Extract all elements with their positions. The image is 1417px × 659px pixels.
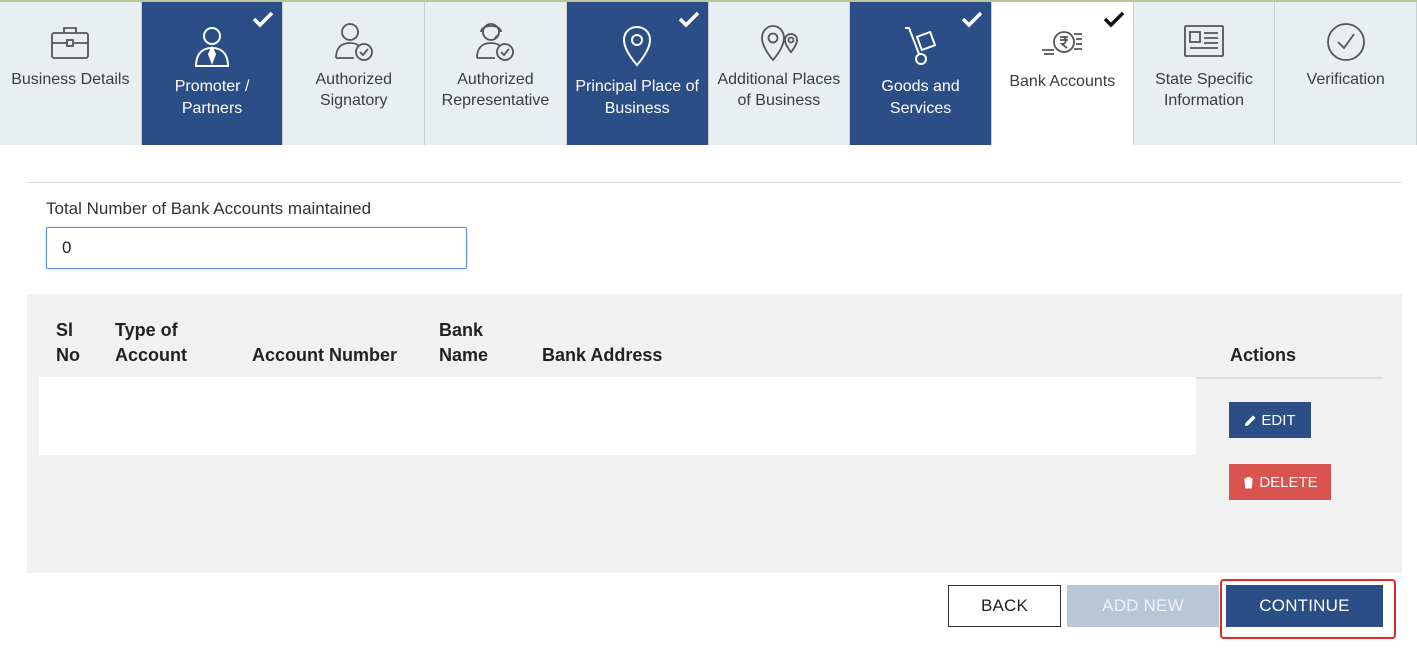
location-pin-icon (623, 25, 652, 67)
rupee-coin-icon (1042, 31, 1083, 55)
tab-label: Goods and Services (881, 78, 960, 117)
tab-label: Verification (1306, 71, 1385, 88)
briefcase-icon (51, 27, 90, 59)
tab-label: State Specific Information (1155, 71, 1253, 109)
bank-account-count-label: Total Number of Bank Accounts maintained (46, 199, 372, 218)
registration-steps-tabs: Business Details Promoter / Partners Aut… (0, 0, 1417, 145)
tab-authorized-signatory[interactable]: Authorized Signatory (283, 2, 426, 145)
bank-accounts-table: Sl No Type of Account Account Number Ban… (27, 294, 1402, 573)
headset-person-check-icon (476, 23, 515, 61)
edit-button[interactable]: EDIT (1229, 402, 1311, 438)
delete-button-label: DELETE (1259, 473, 1318, 491)
tab-label: Principal Place of Business (575, 78, 699, 117)
tab-label: Additional Places of Business (717, 71, 841, 109)
tab-additional-places[interactable]: Additional Places of Business (708, 2, 851, 145)
tab-authorized-representative[interactable]: Authorized Representative (425, 2, 567, 145)
tab-state-specific[interactable]: State Specific Information (1133, 2, 1276, 145)
section-divider (27, 182, 1402, 183)
header-sl-no: Sl No (56, 320, 80, 365)
bank-account-count-input[interactable] (46, 227, 467, 269)
header-bank-name: Bank Name (439, 320, 489, 365)
tab-label: Business Details (11, 71, 130, 88)
header-bank-address: Bank Address (542, 345, 663, 365)
tab-goods-services[interactable]: Goods and Services (850, 2, 992, 145)
tab-verification[interactable]: Verification (1275, 2, 1417, 145)
hand-truck-icon (904, 27, 936, 65)
trash-icon (1244, 476, 1254, 488)
actions-divider (1196, 377, 1383, 379)
checkmark-icon (253, 11, 274, 28)
header-actions: Actions (1230, 345, 1297, 365)
tab-label: Promoter / Partners (174, 78, 250, 117)
pencil-icon (1245, 415, 1256, 426)
tab-business-details[interactable]: Business Details (0, 2, 142, 145)
back-button[interactable]: BACK (948, 585, 1061, 627)
tab-promoter-partners[interactable]: Promoter / Partners (141, 2, 284, 145)
checkmark-icon (678, 11, 699, 28)
tab-label: Authorized Representative (441, 71, 550, 109)
check-circle-icon (1326, 23, 1365, 61)
table-row (39, 377, 1196, 455)
add-new-button[interactable]: ADD NEW (1067, 585, 1219, 627)
location-pins-icon (760, 25, 798, 62)
person-check-icon (334, 23, 373, 61)
tab-bank-accounts[interactable]: Bank Accounts (991, 2, 1134, 145)
checkmark-icon (961, 11, 983, 28)
header-account-number: Account Number (252, 345, 398, 365)
delete-button[interactable]: DELETE (1229, 464, 1331, 500)
header-type-of-account: Type of Account (115, 320, 187, 365)
edit-button-label: EDIT (1261, 411, 1296, 429)
tab-principal-place[interactable]: Principal Place of Business (566, 2, 709, 145)
tab-label: Bank Accounts (1009, 73, 1116, 90)
continue-button[interactable]: CONTINUE (1226, 585, 1383, 627)
id-card-icon (1184, 25, 1224, 57)
tab-label: Authorized Signatory (315, 71, 393, 109)
person-tie-icon (195, 27, 230, 67)
checkmark-icon (1103, 11, 1124, 28)
